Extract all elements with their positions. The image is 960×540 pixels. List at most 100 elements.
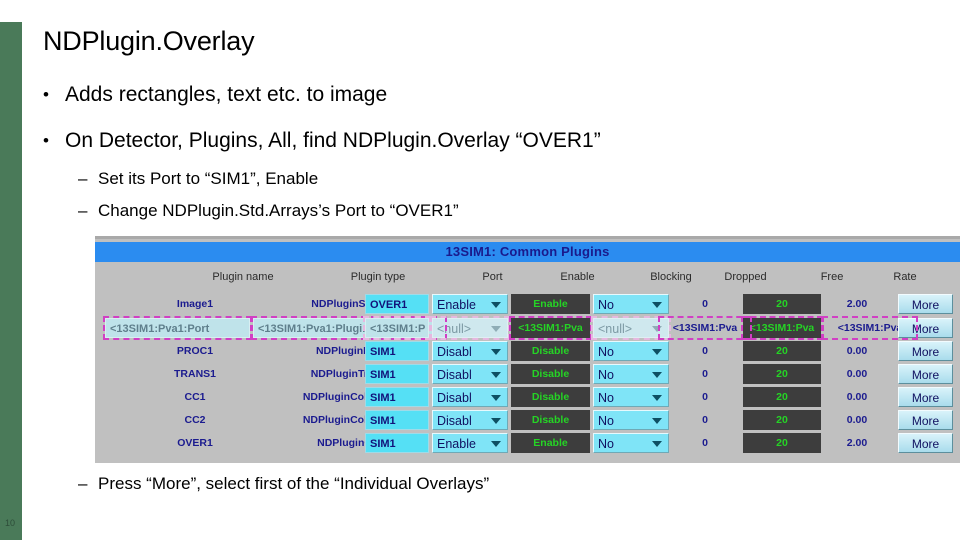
cell-rate: 0.00: [846, 391, 868, 403]
blocking-menu-label: No: [598, 391, 614, 405]
pva-plugin-name-field[interactable]: <13SIM1:Pva1:Port: [105, 318, 250, 338]
bullet-marker: •: [43, 85, 49, 104]
chevron-down-icon: [652, 418, 662, 424]
table-row: PROC1 NDPluginProcess SIM1 Disabl Disabl…: [95, 341, 960, 364]
cell-plugin-name: Image1: [176, 298, 214, 310]
port-input[interactable]: OVER1: [365, 294, 429, 314]
cell-dropped: 0: [702, 414, 708, 426]
pva-blocking-menu-label: <null>: [598, 322, 633, 336]
chevron-down-icon: [652, 372, 662, 378]
enable-readback: Disable: [511, 410, 590, 430]
chevron-down-icon: [491, 349, 501, 355]
more-button[interactable]: More: [898, 433, 953, 453]
table-row: CC1 NDPluginColorConvert SIM1 Disabl Dis…: [95, 387, 960, 410]
cell-plugin-name: TRANS1: [173, 368, 216, 380]
cell-dropped: 0: [702, 437, 708, 449]
chevron-down-icon: [491, 372, 501, 378]
enable-menu-label: Disabl: [437, 345, 472, 359]
cell-rate: 0.00: [846, 414, 868, 426]
pva-enable-menu[interactable]: <null>: [432, 318, 508, 338]
cell-free: 20: [743, 364, 821, 384]
bullet-item-1: • Adds rectangles, text etc. to image: [43, 83, 387, 107]
table-row: TRANS1 NDPluginTransform SIM1 Disabl Dis…: [95, 364, 960, 387]
pva-enable-menu-label: <null>: [437, 322, 472, 336]
cell-free: 20: [743, 294, 821, 314]
more-button[interactable]: More: [898, 364, 953, 384]
cell-dropped: 0: [702, 368, 708, 380]
enable-menu[interactable]: Enable: [432, 433, 508, 453]
blocking-menu-label: No: [598, 368, 614, 382]
more-button[interactable]: More: [898, 294, 953, 314]
cell-dropped: 0: [702, 345, 708, 357]
blocking-menu[interactable]: No: [593, 341, 669, 361]
more-button[interactable]: More: [898, 410, 953, 430]
cell-dropped: 0: [702, 391, 708, 403]
pva-blocking-menu[interactable]: <null>: [593, 318, 669, 338]
bullet-marker: •: [43, 131, 49, 150]
chevron-down-icon: [491, 441, 501, 447]
blocking-menu[interactable]: No: [593, 410, 669, 430]
blocking-menu[interactable]: No: [593, 387, 669, 407]
subbullet-marker: –: [78, 201, 88, 220]
page-number: 10: [5, 518, 16, 528]
subbullet-item-3: – Press “More”, select first of the “Indi…: [78, 474, 489, 494]
enable-menu[interactable]: Enable: [432, 294, 508, 314]
enable-readback: Enable: [511, 433, 590, 453]
blocking-menu-label: No: [598, 298, 614, 312]
blocking-menu-label: No: [598, 345, 614, 359]
more-button[interactable]: More: [898, 341, 953, 361]
window-title: 13SIM1: Common Plugins: [95, 242, 960, 262]
cell-rate: 2.00: [846, 437, 868, 449]
cell-plugin-name: CC1: [184, 391, 206, 403]
slide-canvas: 10 NDPlugin.Overlay • Adds rectangles, te…: [0, 0, 960, 540]
enable-menu[interactable]: Disabl: [432, 410, 508, 430]
cell-free: 20: [743, 433, 821, 453]
enable-readback: Enable: [511, 294, 590, 314]
pva-dropped-field: <13SIM1:Pva: [672, 322, 738, 334]
cell-rate: 0.00: [846, 345, 868, 357]
cell-rate: 2.00: [846, 298, 868, 310]
enable-menu[interactable]: Disabl: [432, 341, 508, 361]
subbullet-text: Change NDPlugin.Std.Arrays’s Port to “OV…: [98, 201, 459, 220]
blocking-menu[interactable]: No: [593, 364, 669, 384]
blocking-menu[interactable]: No: [593, 294, 669, 314]
bullet-item-2: • On Detector, Plugins, All, find NDPlugi…: [43, 129, 601, 153]
more-button[interactable]: More: [898, 387, 953, 407]
pva-free-field: <13SIM1:Pva: [743, 318, 821, 338]
cell-plugin-name: PROC1: [176, 345, 214, 357]
medm-window: 13SIM1: Common Plugins Plugin name Plugi…: [95, 236, 960, 463]
pva-enable-readback: <13SIM1:Pva: [511, 318, 590, 338]
port-input[interactable]: SIM1: [365, 433, 429, 453]
table-row: <13SIM1:Pva1:Port <13SIM1:Pva1:PluginTyp…: [95, 318, 960, 341]
enable-menu-label: Disabl: [437, 391, 472, 405]
port-input[interactable]: SIM1: [365, 364, 429, 384]
enable-menu[interactable]: Disabl: [432, 387, 508, 407]
page-title: NDPlugin.Overlay: [43, 26, 255, 56]
enable-menu-label: Enable: [437, 298, 476, 312]
table-header-row: Plugin name Plugin type Port Enable Bloc…: [95, 267, 960, 287]
table-row: Image1 NDPluginStdArrays OVER1 Enable En…: [95, 294, 960, 317]
enable-menu-label: Enable: [437, 437, 476, 451]
subbullet-marker: –: [78, 169, 88, 188]
cell-free: 20: [743, 410, 821, 430]
cell-free: 20: [743, 341, 821, 361]
column-header-rate: Rate: [893, 271, 917, 283]
chevron-down-icon: [491, 418, 501, 424]
port-input[interactable]: SIM1: [365, 387, 429, 407]
port-input[interactable]: SIM1: [365, 410, 429, 430]
enable-menu-label: Disabl: [437, 414, 472, 428]
table-row: OVER1 NDPluginOverlay SIM1 Enable Enable…: [95, 433, 960, 456]
more-button[interactable]: More: [898, 318, 953, 338]
bullet-text: On Detector, Plugins, All, find NDPlugin…: [65, 129, 601, 152]
pva-port-field[interactable]: <13SIM1:P: [365, 318, 429, 338]
plugin-table: Plugin name Plugin type Port Enable Bloc…: [95, 262, 960, 463]
cell-plugin-name: CC2: [184, 414, 206, 426]
slide-accent-bar: [0, 22, 22, 540]
blocking-menu[interactable]: No: [593, 433, 669, 453]
column-header-plugin-name: Plugin name: [212, 271, 274, 283]
chevron-down-icon: [491, 326, 501, 332]
subbullet-item-1: – Set its Port to “SIM1”, Enable: [78, 169, 318, 189]
chevron-down-icon: [652, 349, 662, 355]
enable-menu[interactable]: Disabl: [432, 364, 508, 384]
port-input[interactable]: SIM1: [365, 341, 429, 361]
